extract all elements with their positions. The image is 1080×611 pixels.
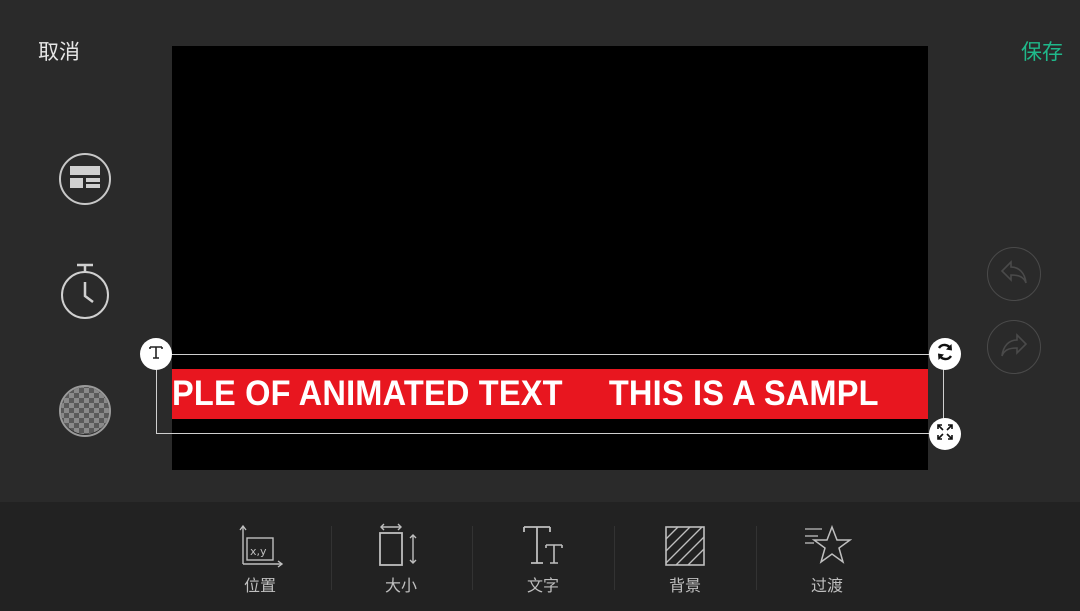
tab-position-label: 位置 xyxy=(243,576,276,595)
layout-button[interactable] xyxy=(59,153,111,205)
rotate-icon xyxy=(935,342,955,366)
tab-divider xyxy=(614,526,615,590)
rotate-handle[interactable] xyxy=(929,338,961,370)
save-button[interactable]: 保存 xyxy=(1021,36,1063,66)
layout-icon xyxy=(70,166,100,192)
tab-divider xyxy=(331,526,332,590)
tab-text-label: 文字 xyxy=(526,576,559,595)
background-icon xyxy=(663,522,707,570)
position-icon: x,y xyxy=(236,522,284,570)
animated-text-ticker[interactable]: PLE OF ANIMATED TEXT THIS IS A SAMPL xyxy=(172,369,928,419)
tab-transition-label: 过渡 xyxy=(810,576,843,595)
tab-transition[interactable]: 过渡 xyxy=(772,522,882,602)
tab-size-label: 大小 xyxy=(384,576,417,595)
resize-handle[interactable] xyxy=(929,418,961,450)
timer-icon xyxy=(57,262,113,326)
timer-button[interactable] xyxy=(59,263,111,320)
ticker-text: PLE OF ANIMATED TEXT THIS IS A SAMPL xyxy=(172,374,879,413)
text-style-icon xyxy=(518,522,568,570)
undo-icon xyxy=(999,259,1029,289)
undo-button[interactable] xyxy=(987,247,1041,301)
transparency-button[interactable] xyxy=(59,385,111,437)
tab-divider xyxy=(472,526,473,590)
tab-background-label: 背景 xyxy=(668,576,701,595)
expand-icon xyxy=(937,424,953,444)
text-edit-handle[interactable] xyxy=(140,338,172,370)
transparency-icon xyxy=(61,387,109,435)
bottom-toolbar: x,y 位置 大小 文字 背景 过渡 xyxy=(0,502,1080,611)
transition-icon xyxy=(802,522,852,570)
position-icon-text: x,y xyxy=(250,545,267,558)
tab-background[interactable]: 背景 xyxy=(630,522,740,602)
tab-size[interactable]: 大小 xyxy=(346,522,456,602)
tab-position[interactable]: x,y 位置 xyxy=(205,522,315,602)
redo-icon xyxy=(999,332,1029,362)
redo-button[interactable] xyxy=(987,320,1041,374)
size-icon xyxy=(375,522,427,570)
cancel-button[interactable]: 取消 xyxy=(38,36,80,66)
text-t-icon xyxy=(147,343,165,365)
tab-divider xyxy=(756,526,757,590)
tab-text[interactable]: 文字 xyxy=(488,522,598,602)
